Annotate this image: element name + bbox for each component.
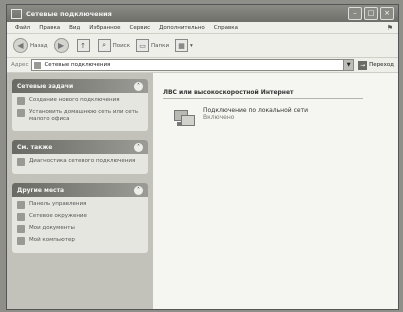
link-network-diagnostics[interactable]: Диагностика сетевого подключения <box>17 158 143 166</box>
other-places-title: Другие места <box>17 186 65 194</box>
folders-label: Папки <box>151 42 170 49</box>
connections-list: ЛВС или высокоскоростной Интернет Подклю… <box>153 73 398 309</box>
connection-name: Подключение по локальной сети <box>203 107 308 114</box>
close-button[interactable]: × <box>380 7 394 20</box>
connection-status: Включено <box>203 114 235 121</box>
menu-favorites[interactable]: Избранное <box>89 25 120 31</box>
place-network-neighborhood[interactable]: Сетевое окружение <box>17 213 143 221</box>
address-field[interactable]: Сетевые подключения ▼ <box>31 59 355 71</box>
see-also-title: См. также <box>17 143 53 151</box>
folder-up-icon: ↑ <box>76 39 90 52</box>
address-label: Адрес <box>11 62 29 68</box>
folders-button[interactable]: ▭ Папки <box>136 39 169 52</box>
computer-icon <box>17 237 25 245</box>
menu-bar: Файл Правка Вид Избранное Сервис Дополни… <box>7 22 398 34</box>
search-label: Поиск <box>112 42 131 49</box>
network-places-icon <box>17 213 25 221</box>
go-label: Переход <box>369 62 394 68</box>
go-button[interactable]: → Переход <box>358 60 394 70</box>
task-create-connection[interactable]: Создание нового подключения <box>17 97 143 105</box>
see-also-panel: См. также ˄ Диагностика сетевого подключ… <box>12 140 148 174</box>
window-title: Сетевые подключения <box>26 9 112 18</box>
place-my-computer[interactable]: Мой компьютер <box>17 237 143 245</box>
place-control-panel[interactable]: Панель управления <box>17 201 143 209</box>
home-network-icon <box>17 109 25 117</box>
place-label: Мой компьютер <box>29 237 75 243</box>
maximize-button[interactable]: □ <box>364 7 378 20</box>
minimize-button[interactable]: – <box>348 7 362 20</box>
address-dropdown-icon[interactable]: ▼ <box>343 60 354 70</box>
forward-arrow-icon: ▶ <box>53 38 69 53</box>
new-connection-icon <box>17 97 25 105</box>
address-value: Сетевые подключения <box>44 62 111 68</box>
collapse-chevron-icon[interactable]: ˄ <box>134 185 143 195</box>
collapse-chevron-icon[interactable]: ˄ <box>134 81 143 91</box>
views-dropdown-icon: ▾ <box>190 42 193 49</box>
documents-folder-icon <box>17 225 25 233</box>
network-connections-icon <box>34 61 42 69</box>
place-my-documents[interactable]: Мои документы <box>17 225 143 233</box>
diagnostics-icon <box>17 158 25 166</box>
connection-item-local-area[interactable]: Подключение по локальной сети Включено <box>173 107 388 127</box>
views-button[interactable]: ▦ ▾ <box>175 39 193 52</box>
link-label: Диагностика сетевого подключения <box>29 158 136 164</box>
menu-tools[interactable]: Сервис <box>130 25 151 31</box>
search-button[interactable]: ⌕ Поиск <box>97 39 131 52</box>
back-arrow-icon: ◀ <box>13 38 28 53</box>
task-label: Установить домашнюю сеть или сеть малого… <box>29 109 139 122</box>
group-header-lan: ЛВС или высокоскоростной Интернет <box>163 89 363 99</box>
views-icon: ▦ <box>175 39 189 52</box>
forward-button[interactable]: ▶ <box>53 38 71 53</box>
network-tasks-title: Сетевые задачи <box>17 82 74 90</box>
task-pane: Сетевые задачи ˄ Создание нового подключ… <box>7 73 153 309</box>
place-label: Панель управления <box>29 201 87 207</box>
title-bar[interactable]: Сетевые подключения – □ × <box>7 5 398 22</box>
menu-help[interactable]: Справка <box>214 25 238 31</box>
folders-icon: ▭ <box>136 39 150 52</box>
network-connection-icon <box>173 107 195 127</box>
explorer-window: Сетевые подключения – □ × Файл Правка Ви… <box>6 4 399 310</box>
network-tasks-panel: Сетевые задачи ˄ Создание нового подключ… <box>12 79 148 131</box>
search-icon: ⌕ <box>97 39 111 52</box>
address-bar: Адрес Сетевые подключения ▼ → Переход <box>7 58 398 73</box>
go-arrow-icon: → <box>358 60 368 70</box>
toolbar: ◀ Назад ▶ ↑ ⌕ Поиск ▭ Папки ▦ ▾ <box>7 34 398 58</box>
menu-view[interactable]: Вид <box>69 25 80 31</box>
see-also-header[interactable]: См. также ˄ <box>12 140 148 154</box>
other-places-header[interactable]: Другие места ˄ <box>12 183 148 197</box>
menu-file[interactable]: Файл <box>15 25 30 31</box>
network-folder-icon <box>11 8 22 19</box>
task-label: Создание нового подключения <box>29 97 120 103</box>
back-button[interactable]: ◀ Назад <box>13 38 48 53</box>
up-button[interactable]: ↑ <box>76 39 92 52</box>
control-panel-icon <box>17 201 25 209</box>
windows-flag-icon: ⚑ <box>386 23 393 32</box>
menu-advanced[interactable]: Дополнительно <box>159 25 205 31</box>
network-tasks-header[interactable]: Сетевые задачи ˄ <box>12 79 148 93</box>
content-area: Сетевые задачи ˄ Создание нового подключ… <box>7 73 398 309</box>
menu-edit[interactable]: Правка <box>39 25 60 31</box>
collapse-chevron-icon[interactable]: ˄ <box>134 142 143 152</box>
place-label: Мои документы <box>29 225 75 231</box>
task-setup-home-network[interactable]: Установить домашнюю сеть или сеть малого… <box>17 109 143 123</box>
place-label: Сетевое окружение <box>29 213 87 219</box>
other-places-panel: Другие места ˄ Панель управления Сетевое… <box>12 183 148 253</box>
back-label: Назад <box>30 42 48 49</box>
